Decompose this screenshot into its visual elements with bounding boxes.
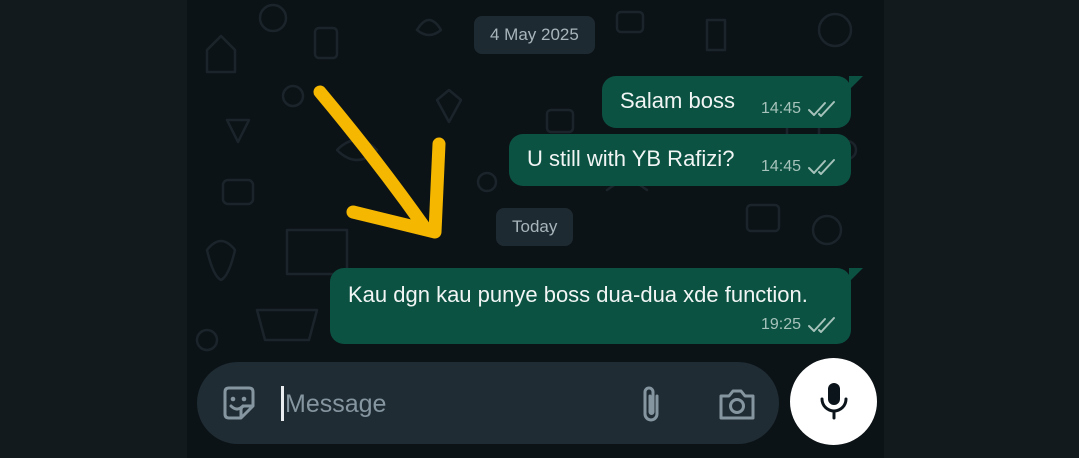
- microphone-icon: [820, 383, 848, 420]
- bubble-tail: [849, 76, 863, 90]
- message-text: Kau dgn kau punye boss dua-dua xde funct…: [348, 282, 808, 307]
- message-meta: 14:45: [761, 158, 837, 176]
- double-check-read-icon: [807, 316, 837, 334]
- message-meta: 14:45: [761, 100, 837, 118]
- chat-panel[interactable]: 4 May 2025 Salam boss 14:45 U still with…: [187, 0, 884, 458]
- date-separator: 4 May 2025: [474, 16, 595, 54]
- message-time: 19:25: [760, 316, 801, 333]
- double-check-read-icon: [807, 100, 837, 118]
- message-composer[interactable]: [197, 362, 779, 444]
- message-meta: 19:25: [761, 316, 837, 334]
- double-check-read-icon: [807, 158, 837, 176]
- left-margin: [0, 0, 187, 458]
- message-time: 14:45: [760, 158, 801, 175]
- message-time: 14:45: [760, 100, 801, 117]
- emoji-sticker-icon[interactable]: [219, 384, 259, 424]
- date-separator: Today: [496, 208, 574, 246]
- message-bubble-outgoing[interactable]: Kau dgn kau punye boss dua-dua xde funct…: [330, 268, 863, 344]
- paperclip-icon[interactable]: [635, 384, 669, 424]
- camera-icon[interactable]: [717, 386, 757, 422]
- voice-record-button[interactable]: [790, 358, 877, 445]
- message-bubble-outgoing[interactable]: Salam boss 14:45: [602, 76, 863, 128]
- bubble-tail: [849, 268, 863, 282]
- message-text: U still with YB Rafizi?: [527, 146, 735, 171]
- message-input[interactable]: [283, 381, 587, 427]
- message-bubble-outgoing[interactable]: U still with YB Rafizi? 14:45: [509, 134, 851, 186]
- right-margin: [884, 0, 1079, 458]
- message-text: Salam boss: [620, 88, 735, 113]
